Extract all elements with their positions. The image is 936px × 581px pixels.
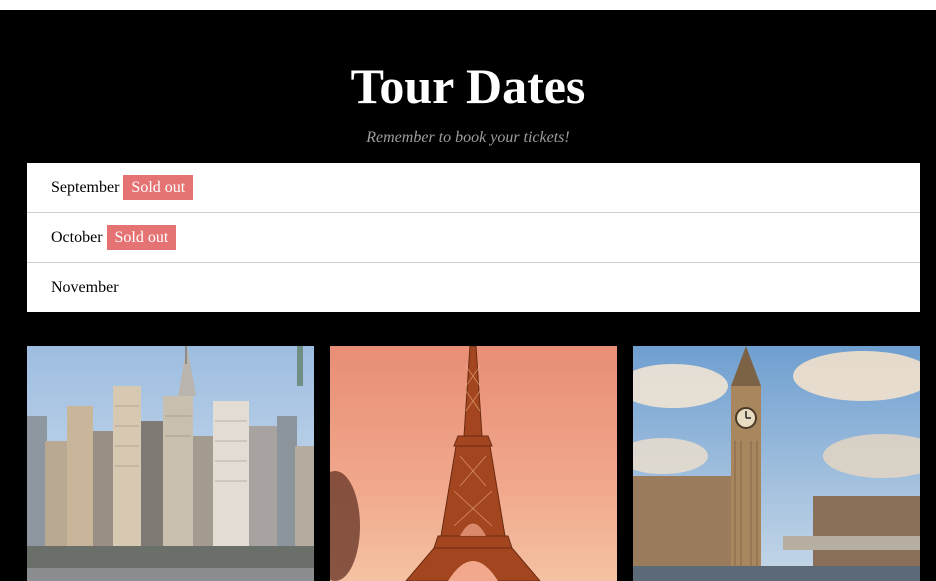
city-card-london bbox=[633, 346, 920, 581]
month-label: September bbox=[51, 178, 120, 196]
sold-out-badge: Sold out bbox=[123, 175, 194, 200]
city-card-paris bbox=[330, 346, 617, 581]
list-item-november: November bbox=[27, 263, 920, 312]
city-card-new-york bbox=[27, 346, 314, 581]
sold-out-badge: Sold out bbox=[106, 225, 177, 250]
top-nav-strip bbox=[0, 0, 936, 10]
tour-dates-list: September Sold out October Sold out Nove… bbox=[27, 163, 920, 312]
page-subtitle: Remember to book your tickets! bbox=[366, 129, 570, 146]
city-cards bbox=[27, 346, 920, 581]
paris-eiffel-tower-image bbox=[330, 346, 617, 581]
month-label: November bbox=[51, 278, 119, 296]
new-york-skyline-image bbox=[27, 346, 314, 581]
month-label: October bbox=[51, 228, 103, 246]
list-item-october: October Sold out bbox=[27, 213, 920, 263]
london-big-ben-image bbox=[633, 346, 920, 581]
list-item-september: September Sold out bbox=[27, 163, 920, 213]
page-title: Tour Dates bbox=[350, 58, 586, 114]
